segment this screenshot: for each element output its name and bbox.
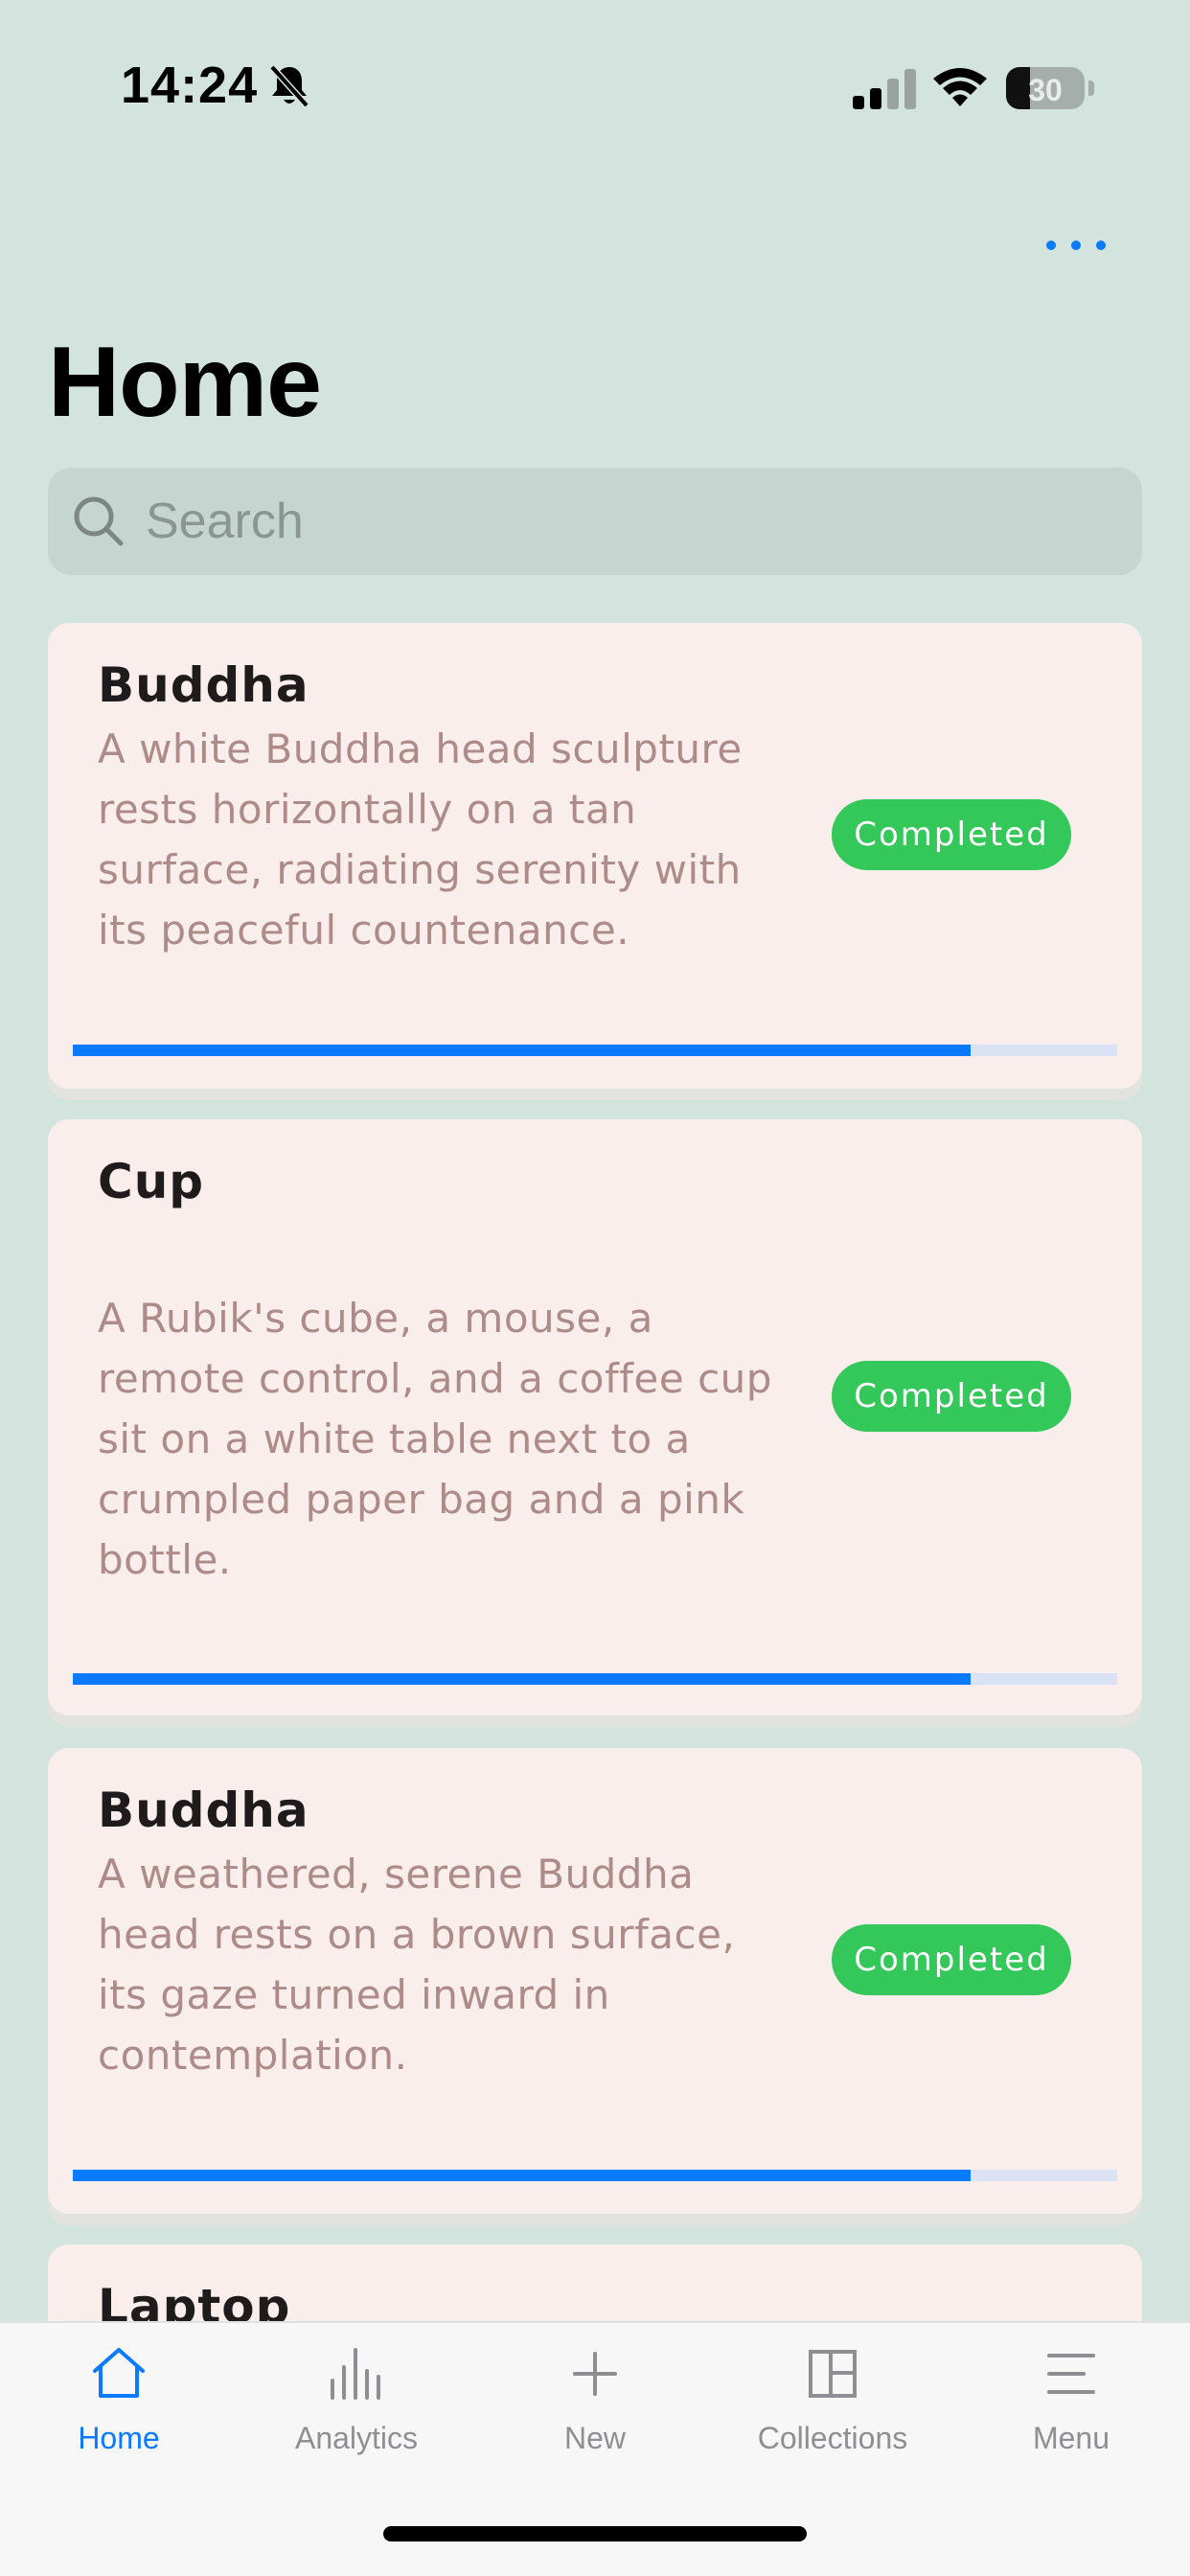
item-description: A white Buddha head sculpture rests hori…: [98, 725, 743, 954]
tab-label: New: [563, 2421, 626, 2455]
item-title: Cup: [98, 1154, 205, 1209]
tab-collections[interactable]: Collections: [714, 2344, 951, 2497]
progress-fill: [73, 1045, 972, 1056]
item-title: Buddha: [98, 1782, 309, 1838]
house-icon: [93, 2348, 145, 2398]
item-description: A weathered, serene Buddha head rests on…: [98, 1851, 736, 2079]
bell-muted-icon: [269, 64, 309, 108]
status-badge: Completed: [832, 1361, 1071, 1432]
progress-fill: [73, 2170, 972, 2181]
more-options-button[interactable]: [1039, 226, 1113, 264]
more-dot-icon: [1071, 241, 1081, 250]
progress-bar: [73, 1045, 1117, 1056]
tab-menu[interactable]: Menu: [952, 2344, 1190, 2497]
home-indicator: [383, 2526, 807, 2542]
list-item[interactable]: Buddha A white Buddha head sculpture res…: [48, 623, 1142, 1089]
tab-analytics[interactable]: Analytics: [238, 2344, 475, 2497]
item-title: Buddha: [98, 657, 309, 713]
layout-icon: [809, 2350, 857, 2398]
tab-label: Analytics: [294, 2421, 419, 2455]
search-icon: [74, 496, 124, 546]
status-bar: 14:24 30: [0, 0, 1190, 144]
search-bar[interactable]: [48, 468, 1142, 575]
cellular-signal-icon: [853, 69, 916, 109]
battery-icon: 30: [1006, 67, 1085, 109]
status-badge: Completed: [832, 1924, 1071, 1995]
plus-icon: [573, 2352, 617, 2396]
tab-home[interactable]: Home: [0, 2344, 238, 2497]
list-item[interactable]: Cup A Rubik's cube, a mouse, a remote co…: [48, 1119, 1142, 1715]
progress-bar: [73, 1673, 1117, 1685]
status-badge: Completed: [832, 799, 1071, 870]
menu-icon: [1047, 2354, 1095, 2394]
tab-label: Collections: [757, 2421, 908, 2455]
progress-bar: [73, 2170, 1117, 2181]
bar-chart-icon: [331, 2348, 380, 2400]
list-item[interactable]: Buddha A weathered, serene Buddha head r…: [48, 1748, 1142, 2214]
battery-level: 30: [1028, 73, 1063, 107]
item-description: A Rubik's cube, a mouse, a remote contro…: [98, 1295, 772, 1583]
progress-fill: [73, 1673, 972, 1685]
tab-label: Home: [78, 2421, 160, 2455]
tab-label: Menu: [1032, 2421, 1110, 2455]
tab-new[interactable]: New: [476, 2344, 714, 2497]
more-dot-icon: [1096, 241, 1106, 250]
wifi-icon: [933, 68, 987, 106]
more-dot-icon: [1046, 241, 1056, 250]
search-input[interactable]: [146, 493, 1008, 550]
page-title: Home: [48, 327, 322, 438]
status-time: 14:24: [121, 57, 259, 114]
